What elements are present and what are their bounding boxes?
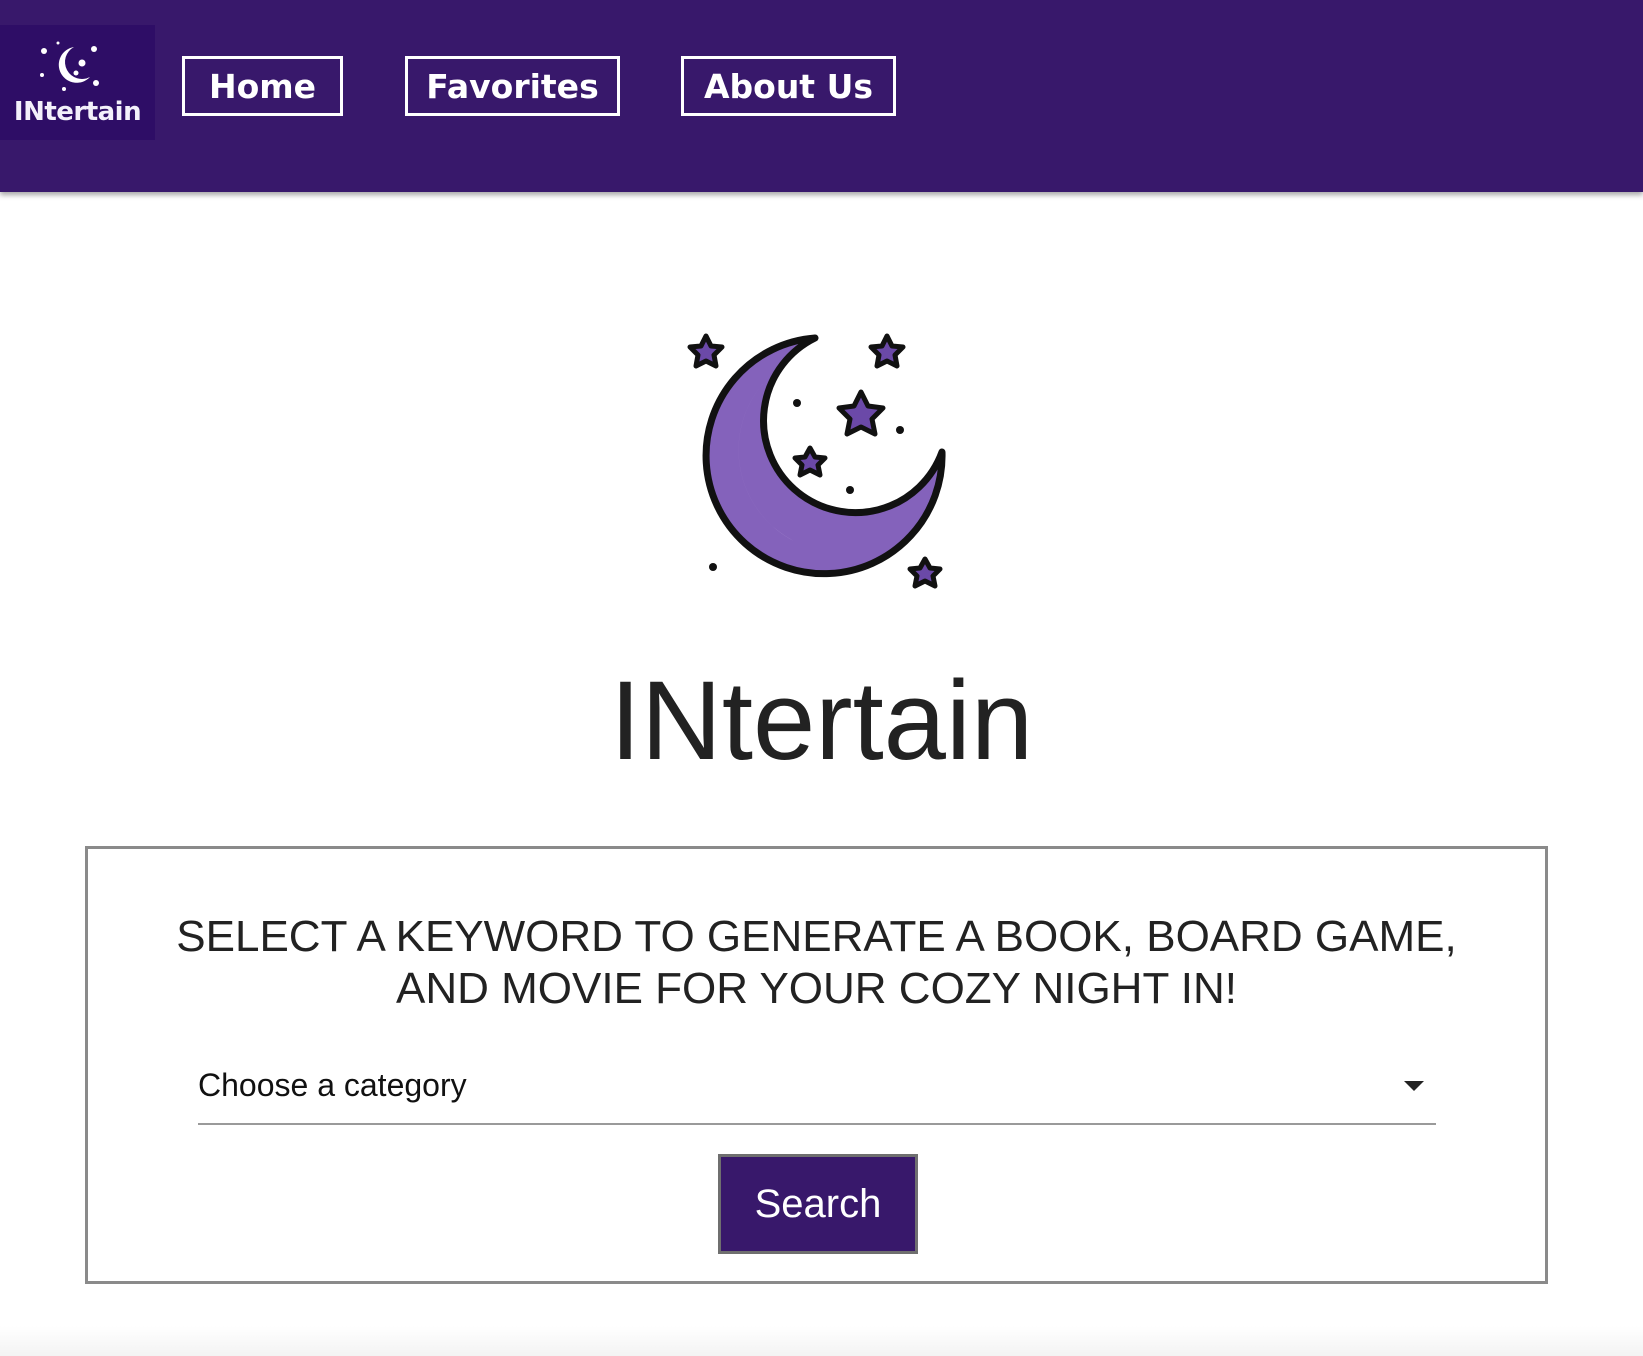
category-select-value: Choose a category: [198, 1067, 467, 1103]
navbar: INtertain Home Favorites About Us: [0, 0, 1643, 192]
logo[interactable]: INtertain: [0, 25, 155, 140]
nav-home-button[interactable]: Home: [182, 56, 343, 116]
caret-down-icon: [1404, 1081, 1424, 1091]
search-button[interactable]: Search: [718, 1154, 918, 1254]
logo-text: INtertain: [13, 97, 142, 127]
nav-about-us-button[interactable]: About Us: [681, 56, 896, 116]
search-card: SELECT A KEYWORD TO GENERATE A BOOK, BOA…: [85, 846, 1548, 1284]
moon-stars-icon: [40, 41, 99, 91]
nav-favorites-button[interactable]: Favorites: [405, 56, 620, 116]
search-card-heading: SELECT A KEYWORD TO GENERATE A BOOK, BOA…: [176, 912, 1457, 1013]
page-bottom-shade: [0, 1326, 1643, 1356]
category-select[interactable]: Choose a category: [198, 1049, 1436, 1125]
page-title: INtertain: [609, 658, 1034, 783]
moon-stars-icon: [687, 333, 946, 589]
